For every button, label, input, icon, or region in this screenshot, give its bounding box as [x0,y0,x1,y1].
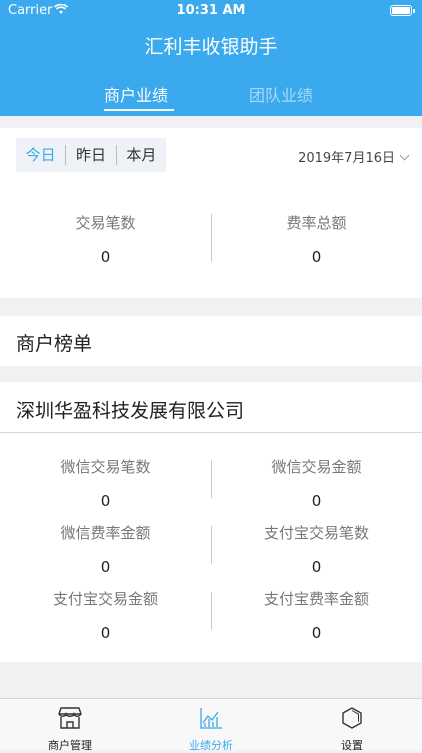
stat-label: 支付宝交易金额 [52,590,158,608]
stat-alipay-amount: 支付宝交易金额 0 [0,588,211,642]
nav-label: 业绩分析 [189,739,233,752]
segment-today[interactable]: 今日 [16,145,65,165]
merchant-ranking-header: 商户榜单 [0,316,422,366]
stat-value: 0 [100,558,111,576]
nav-label: 设置 [341,739,363,752]
stat-label: 微信交易金额 [271,458,362,476]
period-selector: 今日 昨日 本月 [16,138,166,172]
nav-settings[interactable]: 设置 [282,699,422,752]
status-bar: Carrier 10:31 AM [0,0,422,24]
stat-fee-total: 费率总额 0 [211,212,422,266]
date-label: 2019年7月16日 [298,151,395,166]
merchant-card[interactable]: 深圳华盈科技发展有限公司 微信交易笔数 0 微信交易金额 0 微信费率金额 0 … [0,382,422,662]
chevron-down-icon [399,150,410,161]
stat-label: 支付宝费率金额 [263,590,369,608]
nav-performance-analysis[interactable]: 业绩分析 [141,699,281,752]
stat-value: 0 [311,624,322,642]
stat-alipay-fee: 支付宝费率金额 0 [211,588,422,642]
stat-label: 微信交易笔数 [60,458,151,476]
store-icon [58,707,82,729]
segment-this-month[interactable]: 本月 [115,145,166,165]
divider [0,432,422,433]
stat-value: 0 [100,624,111,642]
chart-icon [200,708,222,729]
section-title: 商户榜单 [16,333,93,355]
stat-value: 0 [311,492,322,510]
top-tabs: 商户业绩 团队业绩 [0,82,422,112]
tab-merchant-performance[interactable]: 商户业绩 [104,82,168,106]
stat-alipay-count: 支付宝交易笔数 0 [211,522,422,576]
app-title: 汇利丰收银助手 [144,36,278,58]
divider [211,460,212,498]
segment-yesterday[interactable]: 昨日 [65,145,115,165]
date-picker[interactable]: 2019年7月16日 [298,147,410,166]
app-header: Carrier 10:31 AM 汇利丰收银助手 商户业绩 团队业绩 [0,0,422,116]
stat-wechat-fee: 微信费率金额 0 [0,522,211,576]
divider [211,592,212,630]
clock: 10:31 AM [176,3,246,18]
stat-label: 微信费率金额 [60,524,151,542]
divider [211,526,212,564]
hexagon-icon [342,707,362,729]
summary-card: 今日 昨日 本月 2019年7月16日 交易笔数 0 费率总额 0 [0,128,422,298]
stat-wechat-amount: 微信交易金额 0 [211,456,422,510]
stat-label: 费率总额 [286,214,347,232]
nav-merchant-management[interactable]: 商户管理 [0,699,140,752]
battery-icon [390,5,415,16]
merchant-name: 深圳华盈科技发展有限公司 [16,400,245,422]
stat-wechat-count: 微信交易笔数 0 [0,456,211,510]
nav-label: 商户管理 [48,739,92,752]
tab-team-performance[interactable]: 团队业绩 [249,82,313,106]
stat-value: 0 [311,248,322,266]
stat-value: 0 [100,492,111,510]
stat-label: 支付宝交易笔数 [263,524,369,542]
stat-value: 0 [100,248,111,266]
active-tab-indicator [104,109,174,111]
stat-value: 0 [311,558,322,576]
stat-label: 交易笔数 [75,214,136,232]
stat-transaction-count: 交易笔数 0 [0,212,211,266]
bottom-tab-bar: 商户管理 业绩分析 设置 [0,698,422,752]
